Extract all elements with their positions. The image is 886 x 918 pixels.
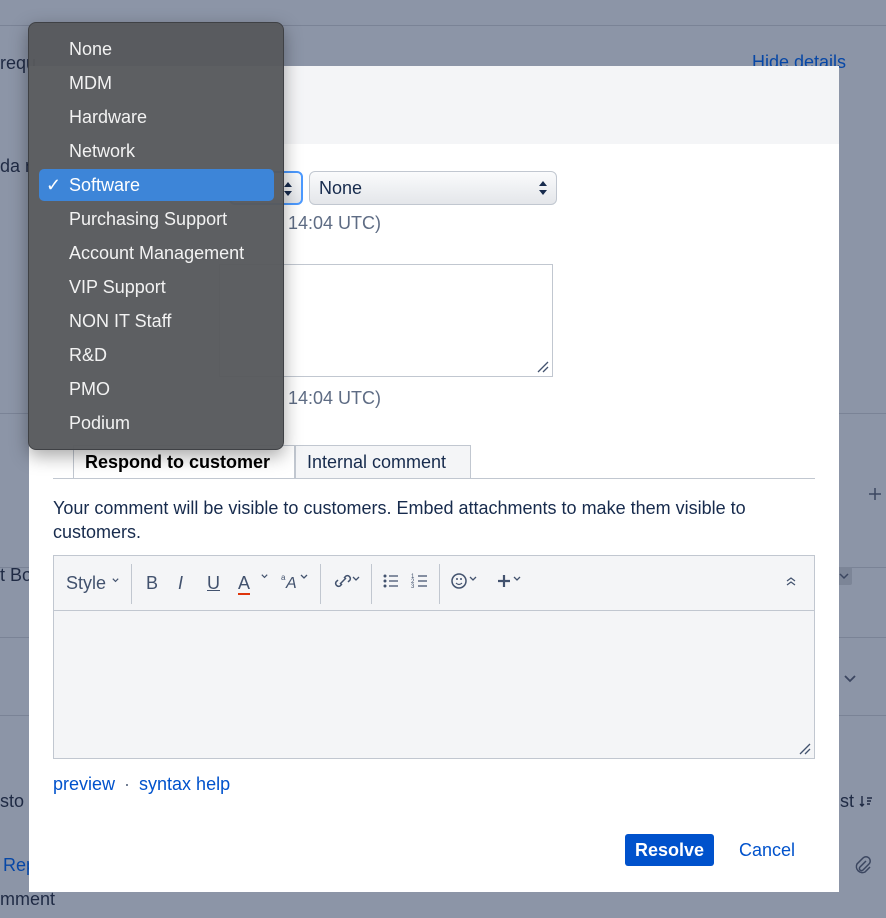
visibility-hint: Your comment will be visible to customer…	[53, 498, 746, 542]
bullet-list-button[interactable]	[382, 570, 400, 596]
attachment-icon[interactable]	[852, 855, 872, 875]
dropdown-option[interactable]: Podium	[39, 407, 274, 439]
emoji-icon	[451, 573, 477, 589]
style-dropdown[interactable]: Style	[66, 570, 120, 596]
timestamp-text: 14:04 UTC)	[288, 213, 382, 233]
editor-links: preview · syntax help	[53, 774, 230, 795]
link-separator: ·	[124, 774, 131, 794]
select-arrows-icon	[284, 182, 292, 196]
toolbar-separator	[439, 564, 440, 604]
sort-icon	[859, 796, 873, 807]
style-label: Style	[66, 573, 107, 593]
category-dropdown-menu: None MDM Hardware Network ✓ Software Purchasin…	[28, 22, 284, 450]
dropdown-option-label: Software	[69, 175, 141, 195]
dropdown-option[interactable]: NON IT Staff	[39, 305, 274, 337]
comment-editor: Style B I U A a A 1 2 3	[53, 555, 815, 759]
plus-icon	[498, 575, 521, 587]
resolve-button[interactable]: Resolve	[625, 834, 714, 866]
dropdown-option-label: Hardware	[69, 107, 148, 127]
double-chevron-up-icon	[786, 577, 796, 586]
dropdown-option[interactable]: Network	[39, 135, 274, 167]
bg-sort-text: st	[840, 791, 855, 811]
bg-comment-placeholder: mment	[0, 889, 56, 909]
dropdown-option[interactable]: VIP Support	[39, 271, 274, 303]
link-icon	[334, 574, 360, 588]
svg-text:A: A	[285, 575, 297, 592]
resize-grip-icon[interactable]	[537, 361, 549, 373]
dropdown-option-label: PMO	[69, 379, 111, 399]
dropdown-option-label: Podium	[69, 413, 131, 433]
subcategory-select[interactable]: None	[309, 171, 557, 205]
dropdown-option[interactable]: None	[39, 33, 274, 65]
dropdown-option[interactable]: Account Management	[39, 237, 274, 269]
select-arrows-icon	[539, 181, 547, 195]
dropdown-option-label: VIP Support	[69, 277, 166, 297]
insert-more-button[interactable]	[496, 570, 526, 596]
text-size-button[interactable]: a A	[280, 570, 310, 596]
dropdown-option-label: NON IT Staff	[69, 311, 172, 331]
bold-button[interactable]: B	[146, 570, 158, 596]
collapse-toolbar-button[interactable]	[784, 570, 798, 596]
text-color-letter: A	[238, 573, 251, 595]
text-color-button[interactable]: A	[238, 570, 269, 596]
dropdown-option-label: None	[69, 39, 113, 59]
dropdown-option-label: MDM	[69, 73, 112, 93]
dropdown-option[interactable]: Purchasing Support	[39, 203, 274, 235]
add-icon[interactable]	[867, 486, 883, 502]
bg-text-fragment: t Bo	[0, 565, 33, 585]
dropdown-option[interactable]: ✓ Software	[39, 169, 274, 201]
toolbar-separator	[131, 564, 132, 604]
text-size-icon: a A	[281, 573, 308, 592]
dropdown-option[interactable]: Hardware	[39, 101, 274, 133]
numbered-list-button[interactable]: 1 2 3	[411, 570, 429, 596]
dropdown-option-label: Network	[69, 141, 136, 161]
italic-button[interactable]: I	[178, 570, 183, 596]
emoji-button[interactable]	[450, 570, 480, 596]
comment-text-area[interactable]	[54, 611, 814, 758]
dropdown-option[interactable]: MDM	[39, 67, 274, 99]
dropdown-option-label: Purchasing Support	[69, 209, 228, 229]
subcategory-select-value: None	[319, 178, 363, 198]
tabs-divider	[53, 478, 815, 479]
bullet-list-icon	[383, 574, 398, 588]
preview-link[interactable]: preview	[53, 774, 115, 794]
checkmark-icon: ✓	[46, 175, 62, 195]
cancel-button[interactable]: Cancel	[729, 834, 805, 866]
svg-text:3: 3	[411, 584, 415, 590]
bg-sort-label[interactable]: st	[840, 791, 873, 812]
toolbar-separator	[371, 564, 372, 604]
dropdown-option-label: R&D	[69, 345, 108, 365]
bg-text-fragment: sto	[0, 791, 25, 811]
resize-grip-icon[interactable]	[799, 743, 811, 755]
dropdown-option[interactable]: PMO	[39, 373, 274, 405]
syntax-help-link[interactable]: syntax help	[139, 774, 230, 794]
chevron-down-icon[interactable]	[842, 670, 858, 686]
underline-button[interactable]: U	[207, 570, 220, 596]
dropdown-option-label: Account Management	[69, 243, 245, 263]
chevron-down-icon	[112, 578, 119, 583]
toolbar-separator	[320, 564, 321, 604]
editor-toolbar: Style B I U A a A 1 2 3	[54, 556, 814, 611]
numbered-list-icon: 1 2 3	[411, 574, 427, 590]
link-button[interactable]	[331, 570, 361, 596]
tab-respond-to-customer[interactable]: Respond to customer	[73, 445, 295, 479]
tab-internal-comment[interactable]: Internal comment	[295, 445, 471, 479]
timestamp-text: 14:04 UTC)	[288, 388, 382, 408]
chevron-down-icon	[261, 574, 268, 579]
dropdown-option[interactable]: R&D	[39, 339, 274, 371]
